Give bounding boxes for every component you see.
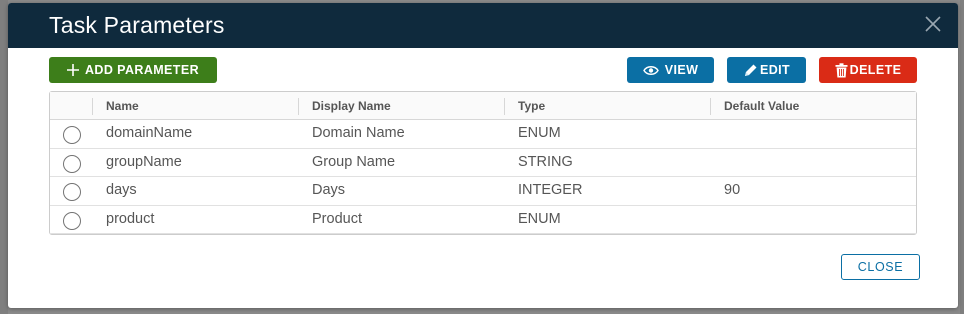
add-parameter-label: ADD PARAMETER xyxy=(85,63,199,77)
cell-type: STRING xyxy=(518,153,573,170)
dialog-header: Task Parameters xyxy=(8,3,958,48)
close-button[interactable]: CLOSE xyxy=(841,254,920,280)
cell-display-name: Domain Name xyxy=(312,125,405,141)
column-header-default-value[interactable]: Default Value xyxy=(724,99,799,113)
backdrop-right xyxy=(960,0,964,314)
cell-display-name: Group Name xyxy=(312,153,396,170)
backdrop xyxy=(0,0,8,314)
cell-display-name: Product xyxy=(312,210,362,227)
column-divider xyxy=(504,98,505,115)
row-select-radio[interactable] xyxy=(63,154,81,173)
plus-icon xyxy=(67,64,79,76)
cell-name: days xyxy=(106,182,137,198)
cell-type: ENUM xyxy=(518,210,561,227)
cell-type: INTEGER xyxy=(518,182,583,198)
column-header-display-name[interactable]: Display Name xyxy=(312,99,391,113)
cell-default-value: 90 xyxy=(724,182,741,198)
row-select-radio[interactable] xyxy=(63,126,81,144)
cell-type: ENUM xyxy=(518,125,561,141)
table-row[interactable]: groupName Group Name STRING xyxy=(50,149,916,177)
table-row[interactable]: days Days INTEGER 90 xyxy=(50,177,916,206)
trash-icon xyxy=(835,62,848,78)
column-header-name[interactable]: Name xyxy=(106,99,139,113)
delete-button[interactable]: DELETE xyxy=(819,57,917,83)
view-button[interactable]: VIEW xyxy=(627,57,714,83)
close-icon[interactable] xyxy=(924,15,942,33)
row-select-radio[interactable] xyxy=(63,211,81,230)
column-divider xyxy=(298,98,299,115)
cell-name: product xyxy=(106,210,155,227)
cell-name: groupName xyxy=(106,153,182,170)
column-divider xyxy=(92,98,93,115)
delete-label: DELETE xyxy=(849,63,902,77)
eye-icon xyxy=(642,65,659,76)
table-row[interactable]: product Product ENUM xyxy=(50,206,916,234)
edit-label: EDIT xyxy=(759,63,791,77)
task-parameters-dialog: Task Parameters ADD PARAMETER VIEW EDIT … xyxy=(8,3,958,308)
edit-button[interactable]: EDIT xyxy=(727,57,806,83)
table-header: Name Display Name Type Default Value xyxy=(50,92,916,120)
parameters-table: Name Display Name Type Default Value dom… xyxy=(49,91,917,235)
add-parameter-button[interactable]: ADD PARAMETER xyxy=(49,57,217,83)
column-header-type[interactable]: Type xyxy=(518,99,545,113)
pencil-icon xyxy=(743,63,758,78)
dialog-title: Task Parameters xyxy=(49,12,225,38)
table-row[interactable]: domainName Domain Name ENUM xyxy=(50,120,916,149)
cell-display-name: Days xyxy=(312,182,346,198)
column-divider xyxy=(710,98,711,115)
cell-name: domainName xyxy=(106,125,193,141)
row-select-radio[interactable] xyxy=(63,183,81,201)
view-label: VIEW xyxy=(664,63,699,77)
toolbar: ADD PARAMETER VIEW EDIT DELETE xyxy=(8,57,958,84)
